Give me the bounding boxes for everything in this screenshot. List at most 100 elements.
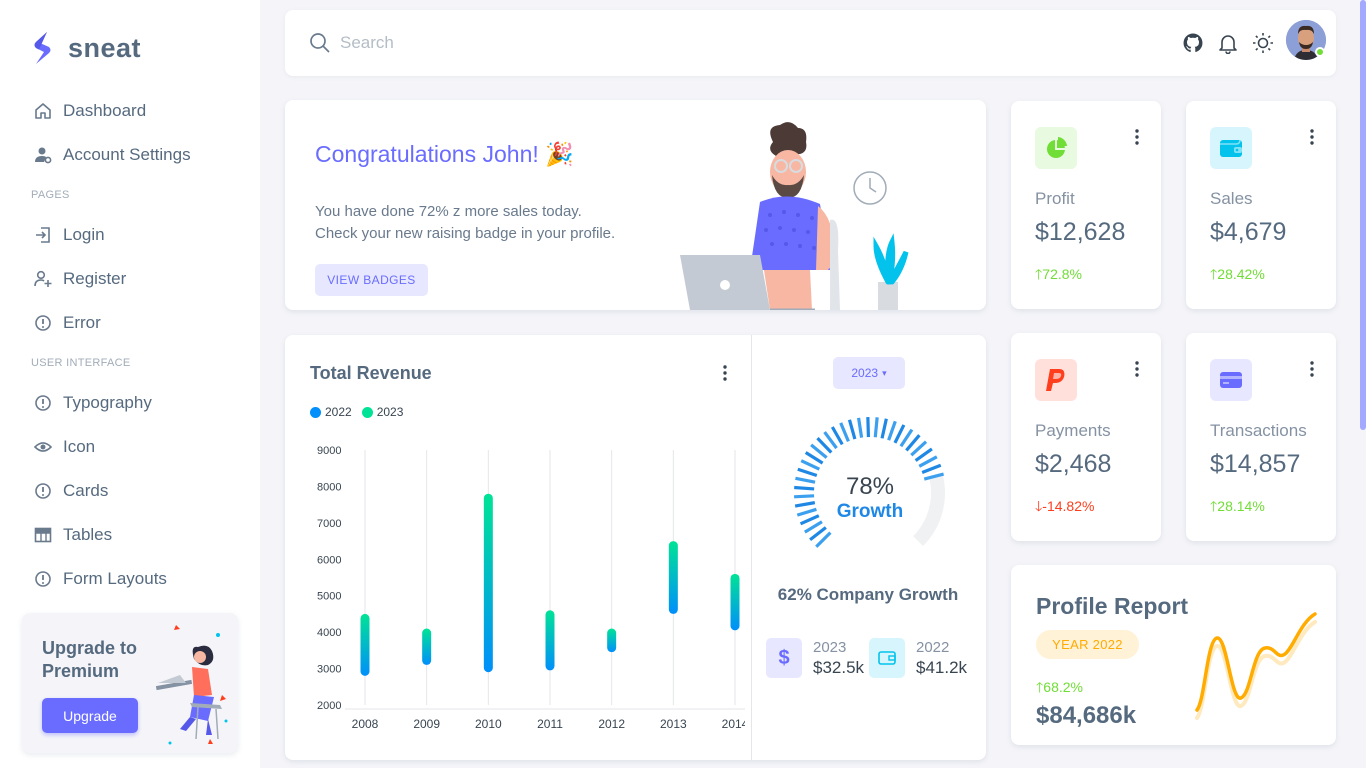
x-tick-label: 2009 [413,717,440,731]
sidebar-item-label: Account Settings [63,145,191,164]
legend-item[interactable]: 2022 [310,405,352,419]
gauge-tick [921,463,942,475]
y-tick-label: 2000 [317,700,341,712]
profile-sparkline [1195,612,1317,720]
sales-card: Sales $4,679 🡑28.42% [1186,101,1336,309]
revenue-bar[interactable] [607,628,617,653]
sidebar-item-cards[interactable]: Cards [22,472,238,510]
congrats-card: Congratulations John! 🎉 You have done 72… [285,100,986,310]
sidebar-item-error[interactable]: Error [22,304,238,342]
top-navbar [285,10,1336,76]
revenue-bar[interactable] [483,493,493,673]
revenue-bar[interactable] [360,613,370,676]
y-tick-label: 8000 [317,481,341,493]
gauge-percent: 78% [845,473,895,500]
online-status-dot [1315,47,1325,57]
revenue-bar[interactable] [545,610,555,671]
gauge-tick [866,416,871,438]
menu-header-user-interface: USER INTERFACE [31,357,131,369]
congrats-title: Congratulations John! 🎉 [315,141,574,167]
stat-change: 🡑28.14% [1210,496,1265,520]
credit-card-icon [1210,359,1252,401]
view-badges-button[interactable]: VIEW BADGES [315,264,428,296]
search-icon [310,33,330,53]
stat-change: 🡓-14.82% [1035,496,1094,520]
stat-change: 🡑72.8% [1035,264,1082,288]
legend-marker [361,406,373,418]
y-tick-label: 4000 [317,627,341,639]
profile-report-card: Profile Report YEAR 2022 🡑68.2% $84,686k [1011,565,1336,745]
sidebar-item-icon[interactable]: Icon [22,428,238,466]
profile-report-change: 🡑68.2% [1036,677,1083,701]
github-icon[interactable] [1182,32,1204,54]
transactions-card: Transactions $14,857 🡑28.14% [1186,333,1336,541]
gauge-tick [857,417,864,438]
sidebar-item-form-layouts[interactable]: Form Layouts [22,560,238,598]
alert-circle-icon [34,570,52,588]
y-tick-label: 5000 [317,591,341,603]
more-vertical-icon[interactable] [1129,127,1145,147]
upgrade-card: Upgrade to Premium Upgrade [22,613,238,753]
more-vertical-icon[interactable] [1304,359,1320,379]
year-badge: YEAR 2022 [1036,630,1139,659]
gauge-tick [830,426,844,446]
sidebar-item-register[interactable]: Register [22,260,238,298]
gauge-tick [847,419,857,440]
sidebar-item-login[interactable]: Login [22,216,238,254]
y-tick-label: 3000 [317,664,341,676]
pie-chart-icon [1035,127,1077,169]
sidebar-item-tables[interactable]: Tables [22,516,238,554]
gauge-tick [839,422,850,442]
legend-item[interactable]: 2023 [361,405,404,419]
upgrade-title: Upgrade to Premium [42,638,138,681]
sidebar-item-label: Login [63,225,105,244]
gauge-tick [800,459,821,471]
stat-label: Payments [1035,421,1111,440]
sidebar-item-dashboard[interactable]: Dashboard [22,92,238,130]
upgrade-button[interactable]: Upgrade [42,698,138,733]
brand[interactable]: sneat [30,30,141,66]
year-dropdown-button[interactable]: 2023 ▾ [833,357,905,389]
search-input[interactable] [340,30,740,56]
x-tick-label: 2013 [660,717,687,731]
home-icon [34,102,52,120]
x-tick-label: 2010 [475,717,502,731]
congrats-line-1: You have done 72% z more sales today. [315,203,582,220]
stat-value: $4,679 [1210,218,1287,246]
sidebar-item-typography[interactable]: Typography [22,384,238,422]
total-revenue-card: Total Revenue 2022 2023 9000 8000 7000 6000… [285,335,986,760]
more-vertical-icon[interactable] [1129,359,1145,379]
chevron-down-icon: ▾ [882,367,887,378]
revenue-bar[interactable] [730,573,740,631]
legend-label: 2023 [376,405,404,419]
alert-circle-icon [34,394,52,412]
stat-change: 🡑28.42% [1210,264,1265,288]
revenue-bar[interactable] [668,541,678,614]
brand-name: sneat [68,32,142,63]
page-scrollbar[interactable] [1360,0,1366,430]
wallet-icon [1210,127,1252,169]
x-tick-label: 2014 [722,717,745,731]
wallet-icon [869,638,905,678]
user-plus-icon [34,270,52,288]
y-tick-label: 6000 [317,554,341,566]
more-vertical-icon[interactable] [717,363,733,383]
congrats-line-2: Check your new raising badge in your pro… [315,225,616,242]
alert-circle-icon [34,314,52,332]
sneat-logo-icon [34,32,51,64]
person-laptop-illustration [155,625,228,745]
mini-stat-year: 2022 [916,638,950,656]
sidebar-item-account-settings[interactable]: Account Settings [22,136,238,174]
stat-label: Sales [1210,189,1253,208]
sun-icon[interactable] [1252,32,1274,54]
mini-stat-value: $32.5k [813,657,865,677]
gauge-tick [893,424,906,444]
legend-label: 2022 [325,405,352,419]
more-vertical-icon[interactable] [1304,127,1320,147]
revenue-title: Total Revenue [310,363,432,383]
revenue-bar[interactable] [422,628,432,665]
menu-header-pages: PAGES [31,189,70,201]
card-divider [751,335,752,760]
sidebar-item-label: Form Layouts [63,569,167,588]
bell-icon[interactable] [1217,32,1239,54]
